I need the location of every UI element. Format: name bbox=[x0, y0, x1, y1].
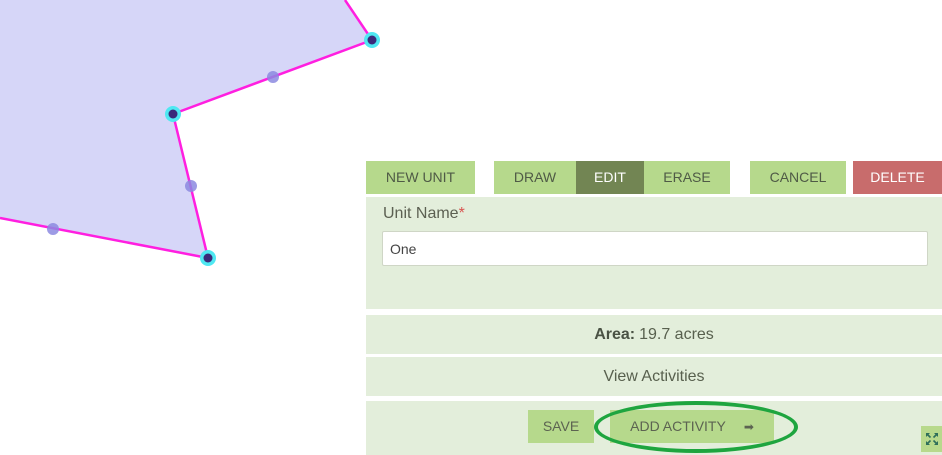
midpoint-handle[interactable] bbox=[267, 71, 279, 83]
add-activity-button[interactable]: ADD ACTIVITY ➡ bbox=[610, 410, 774, 443]
unit-polygon[interactable] bbox=[0, 0, 372, 258]
map-editor: NEW UNIT DRAW EDIT ERASE CANCEL DELETE U… bbox=[0, 0, 942, 455]
view-activities-label: View Activities bbox=[603, 367, 705, 385]
area-label: Area: bbox=[594, 325, 636, 343]
vertex-handle[interactable] bbox=[165, 106, 181, 122]
save-button[interactable]: SAVE bbox=[528, 410, 594, 443]
vertex-handle[interactable] bbox=[200, 250, 216, 266]
erase-button[interactable]: ERASE bbox=[644, 161, 730, 194]
expand-arrows-icon bbox=[925, 433, 938, 445]
edit-button[interactable]: EDIT bbox=[576, 161, 644, 194]
actions-panel: SAVE ADD ACTIVITY ➡ bbox=[366, 401, 942, 455]
midpoint-handle[interactable] bbox=[47, 223, 59, 235]
unit-name-panel: Unit Name* bbox=[366, 197, 942, 309]
new-unit-button[interactable]: NEW UNIT bbox=[366, 161, 475, 194]
delete-button[interactable]: DELETE bbox=[853, 161, 942, 194]
fullscreen-button[interactable] bbox=[921, 426, 942, 452]
unit-name-input[interactable] bbox=[382, 231, 928, 266]
area-panel: Area: 19.7 acres bbox=[366, 315, 942, 354]
area-value: 19.7 acres bbox=[639, 325, 714, 343]
unit-name-label-text: Unit Name bbox=[383, 205, 459, 222]
midpoint-handle[interactable] bbox=[185, 180, 197, 192]
view-activities-link[interactable]: View Activities bbox=[366, 357, 942, 396]
arrow-right-icon: ➡ bbox=[743, 420, 754, 434]
cancel-button[interactable]: CANCEL bbox=[750, 161, 846, 194]
vertex-handle[interactable] bbox=[364, 32, 380, 48]
required-asterisk: * bbox=[458, 205, 465, 222]
draw-button[interactable]: DRAW bbox=[494, 161, 576, 194]
add-activity-label: ADD ACTIVITY bbox=[630, 418, 726, 434]
unit-name-label: Unit Name* bbox=[383, 205, 465, 223]
